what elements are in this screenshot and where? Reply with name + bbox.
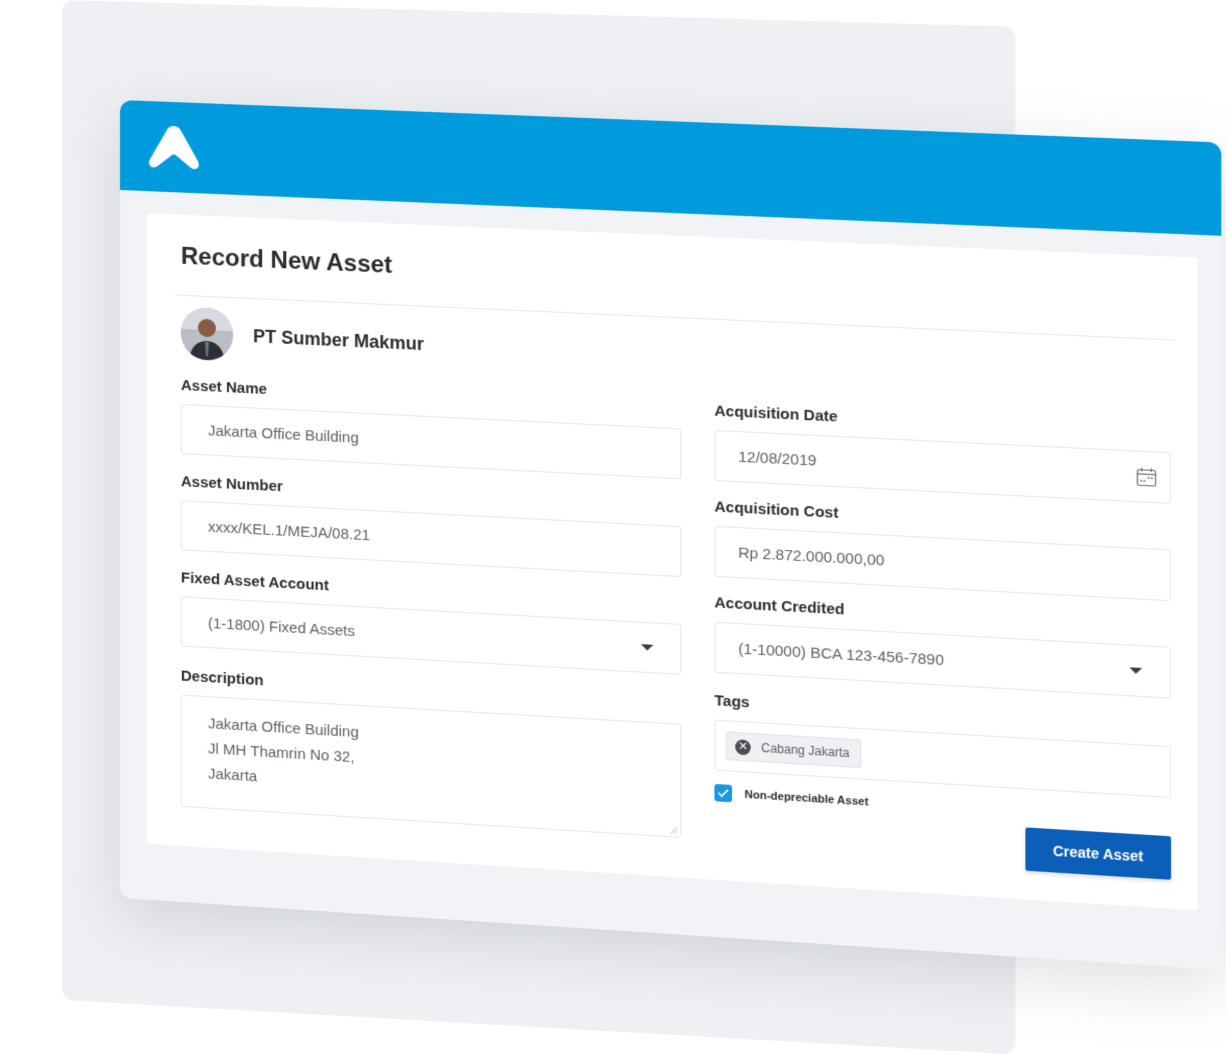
acquisition-cost-value: Rp 2.872.000.000,00 <box>738 543 885 570</box>
checkmark-icon <box>718 788 729 798</box>
account-credited-select[interactable]: (1-10000) BCA 123-456-7890 <box>714 621 1172 699</box>
asset-name-value: Jakarta Office Building <box>207 421 359 447</box>
acquisition-cost-field: Acquisition Cost Rp 2.872.000.000,00 <box>714 498 1172 602</box>
app-window: Record New Asset PT Sumber Makmur Asset … <box>120 100 1222 971</box>
avatar <box>180 306 233 362</box>
tags-field: Tags ✕ Cabang Jakarta <box>714 692 1172 798</box>
account-credited-value: (1-10000) BCA 123-456-7890 <box>738 639 944 669</box>
asset-name-input[interactable]: Jakarta Office Building <box>180 403 682 480</box>
acquisition-date-value: 12/08/2019 <box>738 447 817 470</box>
asset-name-field: Asset Name Jakarta Office Building <box>180 377 682 480</box>
description-line: Jakarta <box>207 765 258 786</box>
resize-handle-icon[interactable] <box>670 826 678 835</box>
record-asset-panel: Record New Asset PT Sumber Makmur Asset … <box>146 213 1198 911</box>
non-depreciable-label: Non-depreciable Asset <box>744 788 869 809</box>
asset-number-value: xxxx/KEL.1/MEJA/08.21 <box>207 518 371 544</box>
acquisition-date-input[interactable]: 12/08/2019 <box>714 429 1172 504</box>
app-logo-icon[interactable] <box>146 121 202 173</box>
remove-tag-icon[interactable]: ✕ <box>735 738 751 755</box>
account-credited-field: Account Credited (1-10000) BCA 123-456-7… <box>714 594 1172 699</box>
create-asset-button[interactable]: Create Asset <box>1025 827 1172 880</box>
page-title: Record New Asset <box>180 242 393 280</box>
fixed-asset-account-field: Fixed Asset Account (1-1800) Fixed Asset… <box>180 569 682 675</box>
description-field: Description Jakarta Office Building Jl M… <box>180 668 682 838</box>
company-header: PT Sumber Makmur <box>180 306 424 371</box>
fixed-asset-account-value: (1-1800) Fixed Assets <box>207 614 355 640</box>
non-depreciable-row: Non-depreciable Asset <box>714 783 869 811</box>
tag-chip: ✕ Cabang Jakarta <box>725 731 861 769</box>
acquisition-date-field: Acquisition Date 12/08/2019 <box>714 402 1172 504</box>
non-depreciable-checkbox[interactable] <box>714 783 733 803</box>
company-name: PT Sumber Makmur <box>253 325 424 354</box>
top-bar <box>120 100 1222 236</box>
calendar-icon[interactable] <box>1136 466 1157 488</box>
acquisition-cost-input[interactable]: Rp 2.872.000.000,00 <box>714 525 1172 602</box>
description-textarea[interactable]: Jakarta Office Building Jl MH Thamrin No… <box>180 694 682 838</box>
chevron-down-icon[interactable] <box>641 644 654 651</box>
chevron-down-icon[interactable] <box>1129 667 1143 675</box>
asset-number-field: Asset Number xxxx/KEL.1/MEJA/08.21 <box>180 473 682 578</box>
tag-label: Cabang Jakarta <box>761 740 850 761</box>
